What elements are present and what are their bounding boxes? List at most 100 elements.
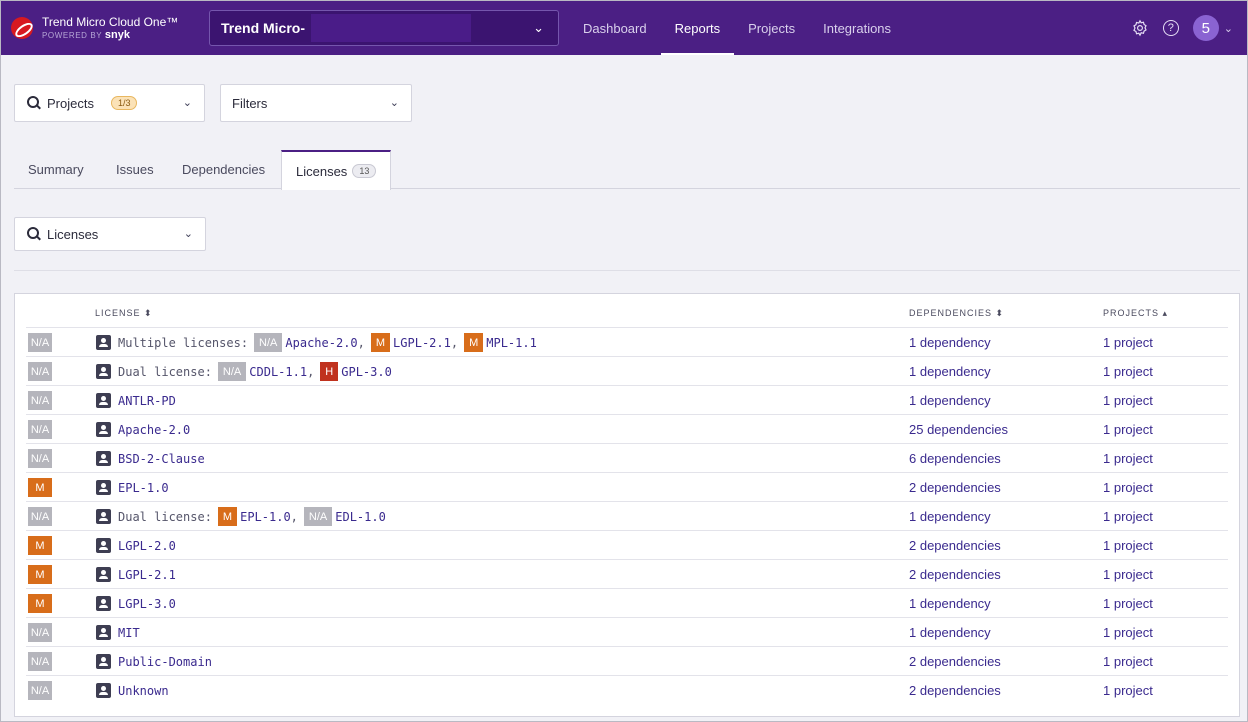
dependencies-link[interactable]: 1 dependency [909,386,991,415]
user-menu[interactable]: 5 ⌄ [1192,15,1233,41]
dependencies-link[interactable]: 1 dependency [909,589,991,618]
license-separator: , [357,335,365,350]
tab-issues[interactable]: Issues [116,150,154,189]
severity-badge: N/A [28,391,52,410]
dependencies-link[interactable]: 1 dependency [909,357,991,386]
license-column-header[interactable]: LICENSE ⬍ [95,308,153,319]
dependencies-link[interactable]: 1 dependency [909,328,991,357]
license-link[interactable]: Unknown [118,684,169,698]
license-link[interactable]: LGPL-2.1 [393,336,451,350]
projects-link[interactable]: 1 project [1103,560,1153,589]
severity-badge: N/A [28,420,52,439]
license-link[interactable]: EPL-1.0 [118,481,169,495]
license-badge-icon [96,625,111,640]
filters-dropdown[interactable]: Filters ⌄ [220,84,412,122]
nav-projects[interactable]: Projects [734,1,809,55]
gear-icon[interactable] [1131,19,1149,37]
license-link[interactable]: LGPL-2.0 [118,539,176,553]
severity-badge: N/A [303,507,333,526]
license-badge-icon [96,596,111,611]
projects-link[interactable]: 1 project [1103,647,1153,676]
tab-summary[interactable]: Summary [28,150,84,189]
projects-filter-dropdown[interactable]: Projects 1/3 ⌄ [14,84,205,122]
nav-dashboard[interactable]: Dashboard [569,1,661,55]
projects-link[interactable]: 1 project [1103,618,1153,647]
license-cell: MIT [96,618,140,647]
tab-dependencies[interactable]: Dependencies [182,150,265,189]
license-link[interactable]: MPL-1.1 [486,336,537,350]
projects-link[interactable]: 1 project [1103,531,1153,560]
license-cell: LGPL-2.0 [96,531,176,560]
chevron-down-icon: ⌄ [1223,22,1233,35]
tab-licenses[interactable]: Licenses 13 [281,150,392,190]
license-link[interactable]: Apache-2.0 [118,423,190,437]
help-button[interactable]: ? [1162,20,1179,36]
projects-column-header[interactable]: PROJECTS ▴ [1103,308,1168,319]
license-badge-icon [96,480,111,495]
license-separator: , [450,335,459,350]
table-header: LICENSE ⬍ DEPENDENCIES ⬍ PROJECTS ▴ [15,306,1239,326]
severity-badge: M [370,333,391,352]
license-link[interactable]: BSD-2-Clause [118,452,205,466]
projects-link[interactable]: 1 project [1103,473,1153,502]
dependencies-column-header[interactable]: DEPENDENCIES ⬍ [909,308,1004,319]
severity-badge: N/A [28,362,52,381]
severity-badge: N/A [217,362,247,381]
license-link[interactable]: MIT [118,626,140,640]
licenses-count-badge: 13 [352,164,377,178]
table-row: N/A Unknown 2 dependencies 1 project [26,675,1228,704]
license-badge-icon [96,654,111,669]
dependencies-link[interactable]: 1 dependency [909,618,991,647]
license-link[interactable]: ANTLR-PD [118,394,176,408]
severity-badge: N/A [28,333,52,352]
license-link[interactable]: CDDL-1.1 [249,365,307,379]
dependencies-link[interactable]: 2 dependencies [909,676,1001,705]
severity-badge: M [28,536,52,555]
license-link[interactable]: LGPL-2.1 [118,568,176,582]
dependencies-link[interactable]: 2 dependencies [909,560,1001,589]
projects-link[interactable]: 1 project [1103,415,1153,444]
nav-reports[interactable]: Reports [660,1,735,55]
projects-link[interactable]: 1 project [1103,328,1153,357]
filters-label: Filters [232,95,268,111]
table-row: N/A Public-Domain 2 dependencies 1 project [26,646,1228,675]
severity-badge: N/A [28,507,52,526]
severity-badge: H [320,362,339,381]
dependencies-link[interactable]: 2 dependencies [909,531,1001,560]
divider [14,270,1240,271]
projects-link[interactable]: 1 project [1103,386,1153,415]
nav-integrations[interactable]: Integrations [809,1,905,55]
license-link[interactable]: EPL-1.0 [240,510,291,524]
dependencies-link[interactable]: 25 dependencies [909,415,1008,444]
main-nav: Dashboard Reports Projects Integrations [569,1,905,55]
dependencies-link[interactable]: 2 dependencies [909,647,1001,676]
license-link[interactable]: Apache-2.0 [285,336,357,350]
avatar: 5 [1192,15,1219,41]
dependencies-link[interactable]: 1 dependency [909,502,991,531]
top-right-actions: ? 5 ⌄ [1117,1,1233,55]
license-prefix: Dual license: [118,509,212,524]
organization-selector[interactable]: Trend Micro- ⌄ [209,10,559,46]
license-badge-icon [96,364,111,379]
projects-link[interactable]: 1 project [1103,676,1153,705]
dependencies-link[interactable]: 2 dependencies [909,473,1001,502]
licenses-search-dropdown[interactable]: Licenses ⌄ [14,217,206,251]
top-navigation-bar: Trend Micro Cloud One™ POWERED BY snyk T… [1,1,1247,55]
projects-link[interactable]: 1 project [1103,589,1153,618]
projects-link[interactable]: 1 project [1103,357,1153,386]
brand-logo-link[interactable]: Trend Micro Cloud One™ POWERED BY snyk [11,16,201,41]
tab-licenses-label: Licenses [296,163,348,179]
license-cell: Dual license: N/A CDDL-1.1, H GPL-3.0 [96,357,398,386]
chevron-down-icon: ⌄ [183,228,193,240]
license-link[interactable]: Public-Domain [118,655,212,669]
license-link[interactable]: EDL-1.0 [335,510,386,524]
dependencies-link[interactable]: 6 dependencies [909,444,1001,473]
projects-link[interactable]: 1 project [1103,502,1153,531]
table-row: M LGPL-2.1 2 dependencies 1 project [26,559,1228,588]
search-icon [27,96,41,110]
license-cell: ANTLR-PD [96,386,176,415]
license-link[interactable]: GPL-3.0 [341,365,392,379]
license-link[interactable]: LGPL-3.0 [118,597,176,611]
license-badge-icon [96,451,111,466]
projects-link[interactable]: 1 project [1103,444,1153,473]
